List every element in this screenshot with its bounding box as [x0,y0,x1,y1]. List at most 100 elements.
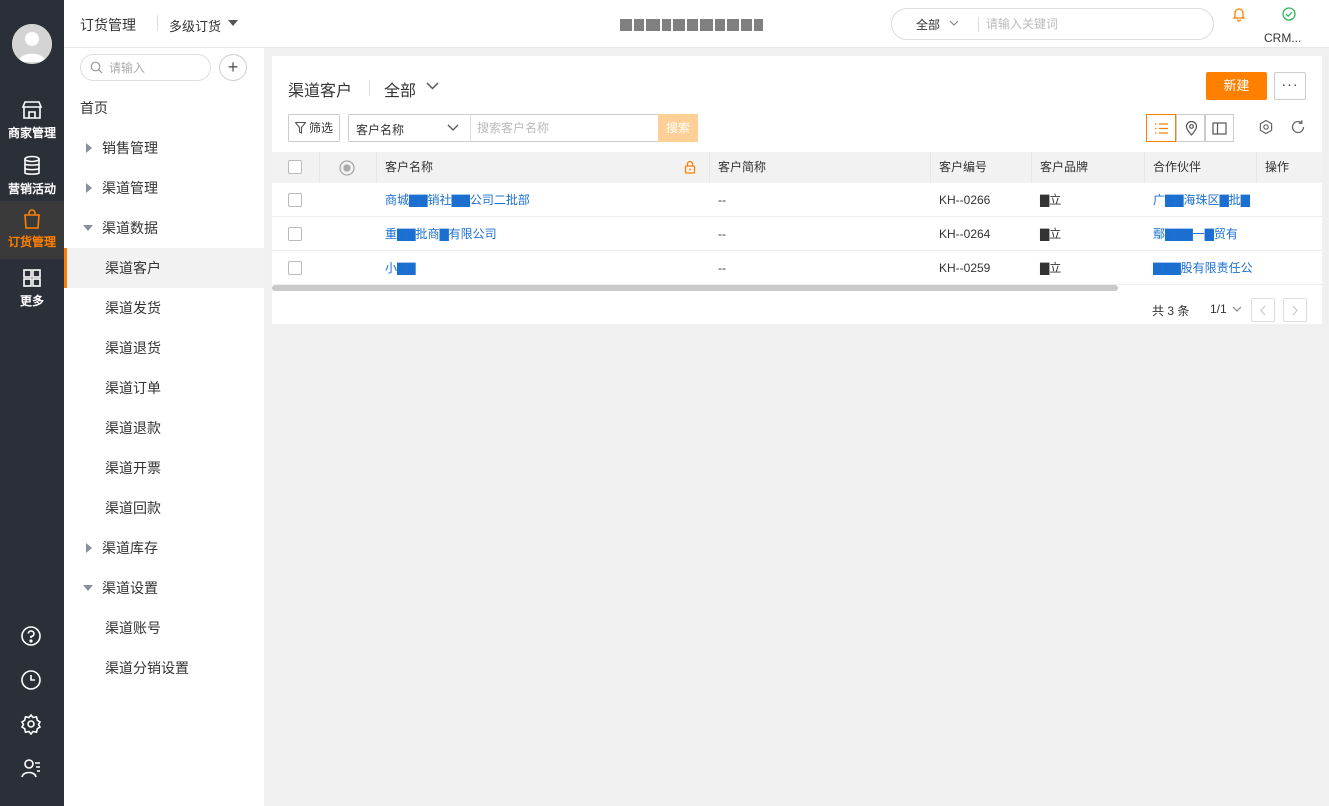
app-switcher[interactable]: 多级订货 [169,16,221,35]
row-checkbox[interactable] [288,193,302,207]
user-list-icon[interactable] [20,757,44,781]
select-all-checkbox[interactable] [288,160,302,174]
rail-item-more[interactable]: 更多 [0,260,64,316]
customer-code: KH--0266 [939,193,991,207]
table-row[interactable]: 小▇▇ -- KH--0259 ▇立 ▇▇▇股有限责任公 [272,251,1322,285]
list-icon [1155,123,1168,134]
column-header-short-name[interactable]: 客户简称 [710,152,931,183]
map-view-toggle[interactable] [1176,114,1206,142]
refresh-icon[interactable] [1290,119,1306,135]
column-header-brand[interactable]: 客户品牌 [1032,152,1145,183]
sidebar-item-label: 首页 [80,100,108,116]
row-checkbox[interactable] [288,227,302,241]
divider [157,15,158,31]
app-title[interactable]: 订货管理 [80,15,136,35]
avatar[interactable] [12,24,52,64]
horizontal-scrollbar[interactable] [272,285,1322,291]
row-checkbox[interactable] [288,261,302,275]
sidebar-item-sales[interactable]: 销售管理 [64,128,264,168]
sidebar-item-channel-data[interactable]: 渠道数据 [64,208,264,248]
filter-icon [295,122,306,134]
rail-item-label: 订货管理 [7,235,56,249]
sidebar-item-label: 渠道数据 [102,220,158,236]
sidebar-item-channel-refunds[interactable]: 渠道退款 [64,408,264,448]
search-field-select[interactable]: 客户名称 [356,121,404,138]
sidebar-item-channel-payments[interactable]: 渠道回款 [64,488,264,528]
next-page-button[interactable] [1283,298,1307,322]
list-view-toggle[interactable] [1146,114,1176,142]
caret-down-icon [83,585,93,591]
sidebar-item-channel-shipping[interactable]: 渠道发货 [64,288,264,328]
bell-icon[interactable] [1231,6,1247,22]
rail-item-label: 营销活动 [7,182,56,196]
sidebar-item-channel-mgmt[interactable]: 渠道管理 [64,168,264,208]
table-row[interactable]: 商城▇▇销社▇▇公司二批部 -- KH--0266 ▇立 广▇▇海珠区▇批▇ [272,183,1322,217]
header-checkbox-cell [272,152,320,183]
sidebar-item-channel-accounts[interactable]: 渠道账号 [64,608,264,648]
clock-icon[interactable] [20,669,44,693]
sidebar-item-channel-returns[interactable]: 渠道退货 [64,328,264,368]
column-header-name[interactable]: 客户名称 [377,152,710,183]
settings-icon[interactable] [20,713,44,737]
table-row[interactable]: 重▇▇批商▇有限公司 -- KH--0264 ▇立 鄢▇▇▇一▇贸有 [272,217,1322,251]
global-search: 全部 [891,8,1214,40]
sidebar-item-label: 渠道客户 [105,260,161,276]
crm-link[interactable]: CRM... [1264,31,1301,45]
sidebar-item-channel-settings[interactable]: 渠道设置 [64,568,264,608]
customer-short-name: -- [718,261,726,275]
search-button[interactable]: 搜索 [658,114,698,142]
help-icon[interactable] [20,625,44,649]
sidebar-item-channel-distribution[interactable]: 渠道分销设置 [64,648,264,688]
chevron-down-icon[interactable] [1232,305,1242,313]
filter-button[interactable]: 筛选 [288,114,340,142]
more-button[interactable]: ··· [1274,72,1306,100]
chevron-down-icon[interactable] [426,82,439,90]
company-name-redacted [620,16,780,31]
customer-code: KH--0259 [939,261,991,275]
sidebar-search-input[interactable] [109,60,205,76]
sidebar-item-channel-customers[interactable]: 渠道客户 [64,248,264,288]
check-circle-icon[interactable] [1281,6,1297,22]
chevron-down-icon[interactable] [447,124,459,132]
partner-link[interactable]: ▇▇▇股有限责任公 [1145,251,1257,285]
customer-brand: ▇立 [1040,227,1062,241]
search-scope-select[interactable]: 全部 [916,16,940,33]
partner-link[interactable]: 广▇▇海珠区▇批▇ [1145,183,1257,217]
sidebar-item-label: 渠道退货 [105,340,161,356]
customer-search: 客户名称 搜索 [348,114,698,142]
view-selector[interactable]: 全部 [384,77,416,101]
column-header-partner[interactable]: 合作伙伴 [1145,152,1257,183]
secondary-sidebar: + 首页 销售管理 渠道管理 渠道数据 渠道客户 渠道发货 渠道退货 渠道订单 … [64,48,264,806]
customer-brand: ▇立 [1040,261,1062,275]
prev-page-button[interactable] [1251,298,1275,322]
new-button[interactable]: 新建 [1206,72,1267,100]
split-view-toggle[interactable] [1204,114,1234,142]
settings-icon[interactable] [1258,119,1274,135]
sidebar-item-channel-orders[interactable]: 渠道订单 [64,368,264,408]
global-search-input[interactable] [986,15,1196,33]
scrollbar-thumb[interactable] [272,285,1118,291]
add-button[interactable]: + [219,54,247,81]
page-select[interactable]: 1/1 [1210,302,1227,316]
rail-item-marketing[interactable]: 营销活动 [0,148,64,204]
sidebar-item-channel-invoices[interactable]: 渠道开票 [64,448,264,488]
chevron-left-icon [1260,305,1266,316]
rail-item-merchant[interactable]: 商家管理 [0,92,64,148]
sidebar-item-label: 渠道发货 [105,300,161,316]
lock-icon [684,160,696,174]
chevron-down-icon[interactable] [949,18,959,28]
target-icon[interactable] [338,159,356,177]
rail-item-ordering[interactable]: 订货管理 [0,201,64,259]
database-icon [24,155,40,175]
sidebar-item-home[interactable]: 首页 [64,88,264,128]
shopping-bag-icon [24,209,40,229]
customer-search-input[interactable] [477,120,652,136]
customer-name-link[interactable]: 小▇▇ [377,251,710,285]
partner-link[interactable]: 鄢▇▇▇一▇贸有 [1145,217,1257,251]
column-header-code[interactable]: 客户编号 [931,152,1032,183]
sidebar-item-channel-inventory[interactable]: 渠道库存 [64,528,264,568]
sidebar-item-label: 渠道订单 [105,380,161,396]
caret-down-icon[interactable] [228,20,238,26]
customer-name-link[interactable]: 重▇▇批商▇有限公司 [377,217,710,251]
customer-name-link[interactable]: 商城▇▇销社▇▇公司二批部 [377,183,710,217]
